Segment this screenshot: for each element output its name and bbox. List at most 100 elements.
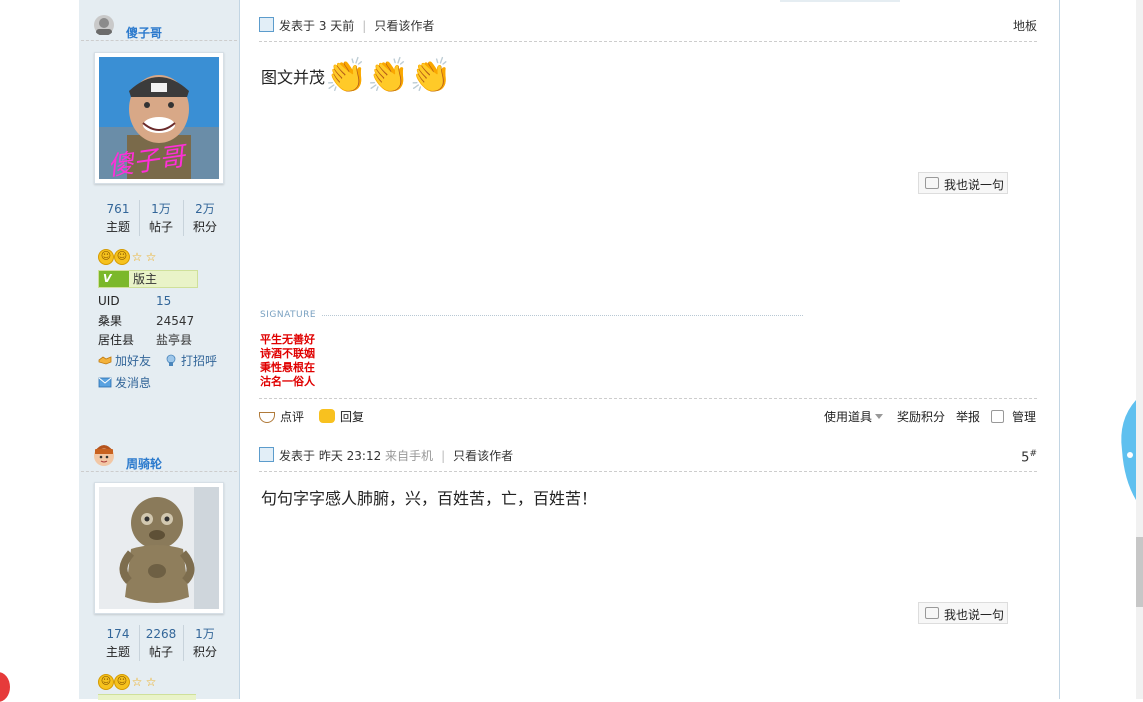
post-header: 发表于 3 天前 | 只看该作者 地板 (259, 16, 1037, 38)
star-icon: ☆ (131, 675, 143, 689)
sun-icon: ☺ (114, 674, 130, 690)
use-item-menu[interactable]: 使用道具 (824, 407, 884, 427)
add-friend-label[interactable]: 加好友 (115, 354, 151, 368)
stat-posts[interactable]: 2268 帖子 (139, 625, 182, 661)
info-value[interactable]: 15 (156, 292, 171, 312)
author-stats: 174 主题 2268 帖子 1万 积分 (97, 625, 223, 665)
send-message-link[interactable]: 发消息 (98, 374, 151, 392)
stat-posts-label: 帖子 (148, 645, 173, 659)
review-label[interactable]: 点评 (280, 410, 304, 424)
only-author-link[interactable]: 只看该作者 (453, 449, 513, 463)
author-header: 周骑轮 (93, 445, 239, 473)
info-value: 盐亭县 (156, 333, 193, 347)
use-item-label[interactable]: 使用道具 (824, 410, 872, 424)
signature-line: 秉性悬根在 (260, 361, 315, 374)
coffee-cup-icon (259, 412, 275, 423)
stat-posts[interactable]: 1万 帖子 (139, 200, 182, 236)
meta-divider: | (362, 19, 367, 33)
comment-button-label[interactable]: 我也说一句 (944, 176, 1004, 193)
role-label: 版主 (133, 272, 158, 286)
sun-icon: ☺ (114, 249, 130, 265)
signature-line: 诗酒不联姻 (260, 347, 315, 360)
stat-threads-num[interactable]: 174 (97, 625, 139, 643)
avatar-image[interactable]: 傻子哥 (99, 57, 219, 179)
author-separator (81, 40, 237, 41)
stat-threads-label: 主题 (105, 220, 130, 234)
level-stars: ☺ ☺ ☆ ☆ (98, 249, 158, 265)
stat-threads[interactable]: 761 主题 (97, 200, 139, 236)
stat-credits-label: 积分 (192, 220, 217, 234)
scrollbar-thumb[interactable] (1136, 537, 1143, 607)
stat-threads-label: 主题 (105, 645, 130, 659)
stat-posts-label: 帖子 (148, 220, 173, 234)
info-value: 24547 (156, 313, 195, 328)
manage-checkbox[interactable] (991, 410, 1004, 423)
greet-label[interactable]: 打招呼 (181, 354, 217, 368)
greet-link[interactable]: 打招呼 (164, 352, 217, 370)
star-icon: ☆ (145, 250, 157, 264)
star-icon: ☆ (131, 250, 143, 264)
floating-widget-left[interactable] (0, 672, 10, 702)
floating-widget-right-icon[interactable] (1116, 400, 1136, 500)
comment-button[interactable]: 我也说一句 (918, 172, 1008, 194)
avatar[interactable]: 傻子哥 (94, 52, 224, 184)
send-message-label[interactable]: 发消息 (115, 376, 151, 390)
meta-divider: | (441, 449, 446, 463)
role-badge: V 版主 (98, 270, 198, 288)
add-friend-link[interactable]: 加好友 (98, 352, 151, 370)
post-footer: 点评 回复 使用道具 奖励积分 举报 管理 (259, 407, 1037, 429)
manage-control[interactable]: 管理 (991, 407, 1036, 427)
figurine-photo-icon (99, 487, 219, 609)
author-name[interactable]: 周骑轮 (126, 455, 162, 472)
sun-icon: ☺ (98, 249, 114, 265)
review-button[interactable]: 点评 (259, 407, 304, 427)
author-name[interactable]: 傻子哥 (126, 24, 162, 41)
stat-threads[interactable]: 174 主题 (97, 625, 139, 661)
signature-line: 沽名一俗人 (260, 375, 315, 388)
report-link[interactable]: 举报 (956, 407, 980, 427)
info-row: 桑果 24547 (98, 312, 228, 332)
user-icon (259, 447, 274, 462)
stat-threads-num[interactable]: 761 (97, 200, 139, 218)
author-mini-avatar-icon[interactable] (93, 14, 115, 36)
signature-divider (322, 315, 803, 316)
post-content: 图文并茂👏👏👏 (261, 56, 452, 96)
post-text: 句句字字感人肺腑，兴，百姓苦，亡，百姓苦！ (261, 489, 598, 508)
floor-label[interactable]: 地板 (1013, 17, 1037, 34)
post-source[interactable]: 来自手机 (385, 449, 433, 463)
clapping-hands-icon: 👏 (409, 56, 453, 96)
level-stars: ☺ ☺ ☆ ☆ (98, 674, 158, 690)
stat-credits[interactable]: 2万 积分 (183, 200, 226, 236)
reward-credits-link[interactable]: 奖励积分 (897, 407, 945, 427)
reply-label[interactable]: 回复 (340, 410, 364, 424)
speech-bubble-icon (925, 177, 939, 189)
comment-button-label[interactable]: 我也说一句 (944, 606, 1004, 623)
stat-credits-num[interactable]: 1万 (184, 625, 226, 643)
stat-posts-num[interactable]: 2268 (140, 625, 182, 643)
post-time: 发表于 3 天前 (279, 19, 355, 33)
post-meta: 发表于 3 天前 | 只看该作者 (279, 17, 434, 34)
reply-bubble-icon (319, 409, 335, 423)
clapping-hands-icon: 👏 (367, 56, 410, 96)
avatar-image[interactable] (99, 487, 219, 609)
author-mini-avatar-icon[interactable] (93, 445, 115, 467)
info-key: 桑果 (98, 313, 123, 328)
only-author-link[interactable]: 只看该作者 (374, 19, 434, 33)
speech-bubble-icon (925, 607, 939, 619)
manage-label[interactable]: 管理 (1012, 410, 1036, 424)
poke-icon (166, 354, 176, 366)
clapping-hands-icon: 👏 (325, 56, 368, 96)
stat-credits[interactable]: 1万 积分 (183, 625, 226, 661)
avatar[interactable] (94, 482, 224, 614)
star-icon: ☆ (145, 675, 157, 689)
comment-button[interactable]: 我也说一句 (918, 602, 1008, 624)
stat-credits-num[interactable]: 2万 (184, 200, 226, 218)
signature-label: SIGNATURE (260, 310, 317, 320)
info-key: UID (98, 294, 120, 308)
stat-posts-num[interactable]: 1万 (140, 200, 182, 218)
reply-button[interactable]: 回复 (319, 407, 364, 427)
floor-number[interactable]: 5# (1021, 449, 1037, 465)
floor-mark: # (1029, 449, 1037, 459)
post-footer-divider (259, 398, 1037, 399)
post-time: 发表于 昨天 23:12 (279, 449, 382, 463)
